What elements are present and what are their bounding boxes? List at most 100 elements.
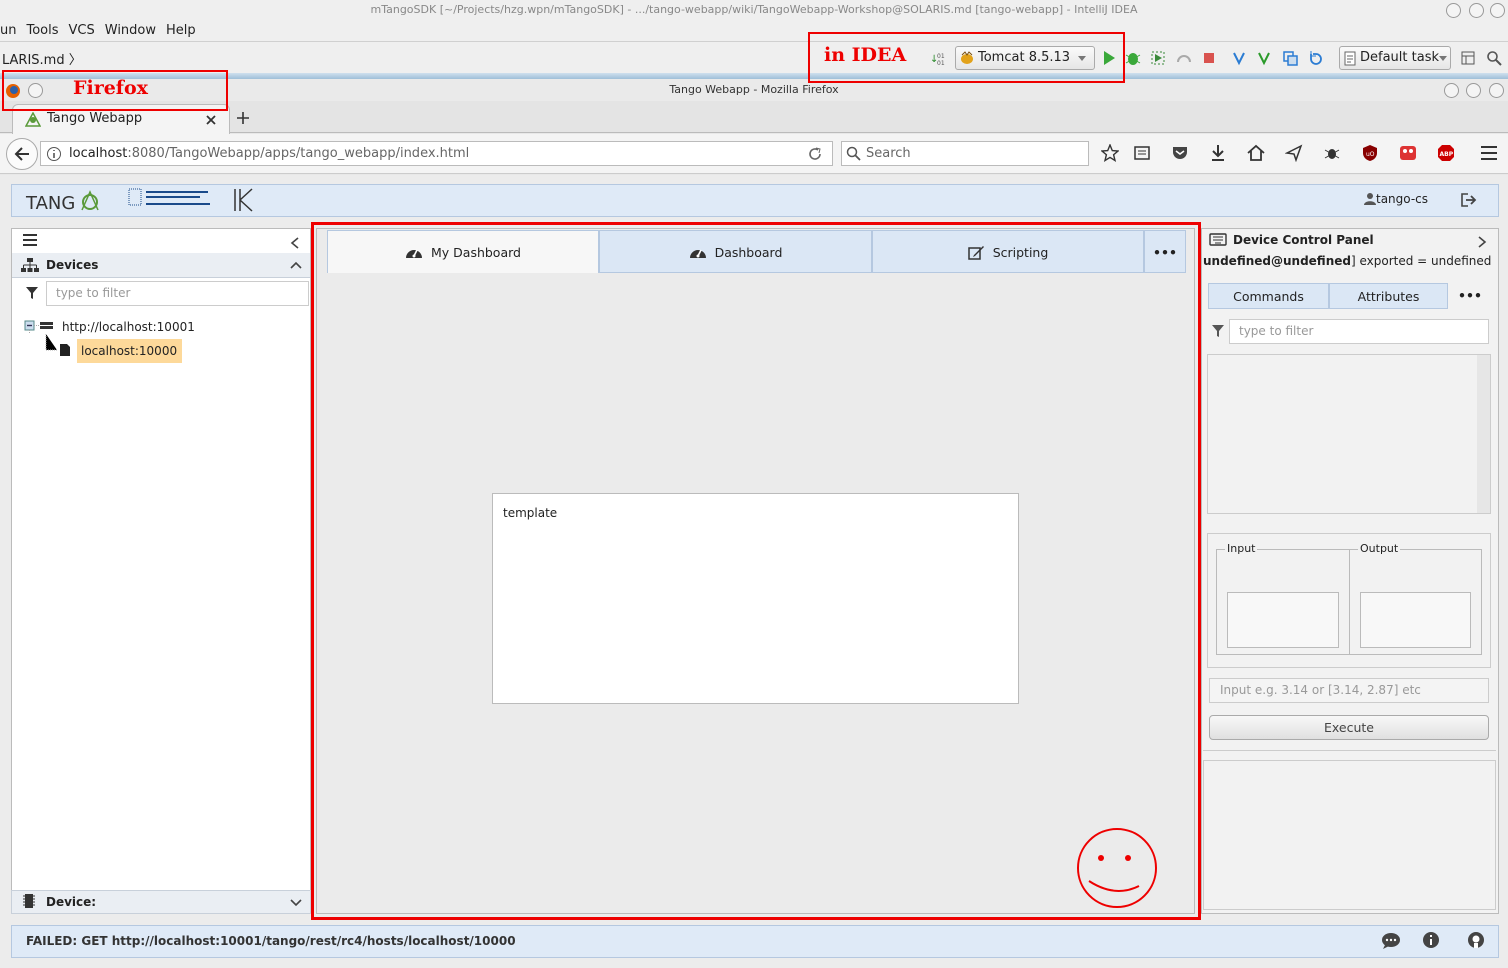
tab-label: Attributes	[1357, 289, 1420, 304]
vcs-revert-icon[interactable]	[1307, 50, 1323, 66]
dcp-device-info: undefined@undefined] exported = undefine…	[1203, 254, 1491, 268]
reading-list-icon[interactable]	[1133, 144, 1151, 162]
vcs-commit-icon[interactable]	[1256, 50, 1272, 66]
download-icon[interactable]	[1209, 144, 1227, 162]
greasemonkey-icon[interactable]	[1399, 144, 1417, 162]
vcs-update-icon[interactable]	[1231, 50, 1247, 66]
menu-tools[interactable]: Tools	[26, 23, 58, 38]
dcp-exported: ] exported = undefined	[1350, 254, 1492, 268]
filter-icon	[26, 287, 38, 299]
search-icon[interactable]	[1486, 50, 1502, 66]
minimize-button[interactable]	[1446, 3, 1461, 18]
profile-icon[interactable]	[1176, 50, 1192, 66]
user-icon	[1364, 193, 1376, 205]
idea-menu-bar: un Tools VCS Window Help	[0, 20, 1508, 41]
dcp-device-name: undefined@undefined	[1203, 254, 1351, 268]
commands-list[interactable]	[1207, 354, 1491, 514]
ublock-icon[interactable]: uO	[1361, 144, 1379, 162]
device-filter-input[interactable]: type to filter	[46, 281, 309, 306]
search-input[interactable]: Search	[841, 141, 1089, 166]
close-button[interactable]	[1490, 3, 1505, 18]
tree-node-host[interactable]: http://localhost:10001	[62, 320, 195, 334]
filter-placeholder: type to filter	[56, 286, 131, 300]
input-legend: Input	[1225, 542, 1258, 555]
host-label: http://localhost:10001	[62, 320, 195, 334]
ff-close-button[interactable]	[1489, 83, 1504, 98]
tab-attributes[interactable]: Attributes	[1329, 283, 1448, 309]
execute-button[interactable]: Execute	[1209, 715, 1489, 740]
menu-window[interactable]: Window	[105, 23, 156, 38]
hzg-logo	[128, 188, 210, 206]
main-annotation-box	[311, 222, 1201, 920]
tab-close-icon[interactable]	[206, 115, 216, 125]
chevron-down-icon[interactable]	[290, 899, 302, 907]
chip-icon	[23, 894, 35, 908]
input-placeholder: Input e.g. 3.14 or [3.14, 2.87] etc	[1220, 683, 1421, 697]
device-footer[interactable]: Device:	[11, 890, 311, 914]
logout-icon[interactable]	[1461, 193, 1477, 207]
svg-text:TANG: TANG	[25, 193, 75, 214]
commands-scrollbar[interactable]	[1477, 355, 1490, 513]
devices-title: Devices	[46, 258, 99, 272]
send-icon[interactable]	[1285, 144, 1303, 162]
tree-lines	[24, 320, 57, 351]
back-button[interactable]	[6, 138, 38, 170]
bookmark-star-icon[interactable]	[1101, 144, 1119, 162]
menu-vcs[interactable]: VCS	[69, 23, 95, 38]
devices-header[interactable]: Devices	[12, 253, 310, 278]
info-icon[interactable]	[1422, 931, 1440, 949]
debug-icon[interactable]	[1125, 50, 1141, 66]
tree-node-device-selected[interactable]: localhost:10000	[77, 339, 182, 363]
dcp-header: Device Control Panel	[1201, 228, 1499, 252]
idea-annotation-label: in IDEA	[824, 44, 907, 66]
hamburger-menu-icon[interactable]	[1480, 145, 1498, 161]
tab-title: Tango Webapp	[47, 111, 143, 126]
chevron-up-icon[interactable]	[290, 261, 302, 269]
status-bar: FAILED: GET http://localhost:10001/tango…	[11, 925, 1499, 958]
execute-label: Execute	[1324, 720, 1374, 735]
user-menu[interactable]: tango-cs	[1364, 192, 1428, 206]
sitemap-icon	[21, 258, 39, 272]
maximize-button[interactable]	[1469, 3, 1484, 18]
github-icon[interactable]	[1467, 931, 1485, 949]
dcp-output-log	[1203, 760, 1496, 910]
idea-breadcrumb[interactable]: LARIS.md 〉	[2, 49, 82, 68]
stop-icon[interactable]	[1201, 50, 1217, 66]
ff-minimize-button[interactable]	[1444, 83, 1459, 98]
task-select[interactable]: Default task	[1339, 46, 1451, 70]
coverage-icon[interactable]	[1150, 50, 1166, 66]
dcp-more-button[interactable]: •••	[1452, 283, 1488, 309]
menu-run[interactable]: un	[0, 23, 16, 38]
home-icon[interactable]	[1247, 144, 1265, 162]
task-label: Default task	[1360, 50, 1439, 65]
user-name: tango-cs	[1376, 192, 1429, 206]
command-filter-input[interactable]: type to filter	[1229, 319, 1489, 344]
tab-commands[interactable]: Commands	[1208, 283, 1329, 309]
site-info-icon[interactable]	[46, 146, 62, 162]
svg-text:ABP: ABP	[1440, 151, 1454, 158]
new-tab-icon[interactable]	[236, 111, 250, 125]
pocket-icon[interactable]	[1171, 144, 1189, 162]
adblock-plus-icon[interactable]: ABP	[1437, 144, 1455, 162]
chat-icon[interactable]	[1381, 932, 1401, 950]
menu-icon[interactable]	[22, 233, 38, 247]
back-arrow-icon	[14, 147, 29, 161]
resize-handle[interactable]	[1203, 750, 1496, 752]
structure-icon[interactable]	[1460, 50, 1476, 66]
menu-help[interactable]: Help	[166, 23, 196, 38]
filter-placeholder: type to filter	[1239, 324, 1314, 338]
vcs-compare-icon[interactable]	[1282, 50, 1298, 66]
url-bar[interactable]: localhost:8080/TangoWebapp/apps/tango_we…	[40, 141, 833, 166]
collapse-left-icon[interactable]	[290, 237, 300, 249]
breadcrumb-file[interactable]: LARIS.md	[2, 53, 65, 68]
ff-maximize-button[interactable]	[1466, 83, 1481, 98]
chevron-right-icon[interactable]	[1477, 236, 1487, 248]
command-input[interactable]: Input e.g. 3.14 or [3.14, 2.87] etc	[1209, 678, 1489, 703]
input-area[interactable]	[1227, 592, 1339, 648]
device-footer-label: Device:	[46, 895, 97, 909]
keyboard-icon	[1209, 233, 1227, 246]
reload-icon[interactable]	[807, 146, 823, 162]
bug-extension-icon[interactable]	[1323, 144, 1341, 162]
tango-logo: TANG	[25, 190, 99, 214]
output-area	[1360, 592, 1471, 648]
